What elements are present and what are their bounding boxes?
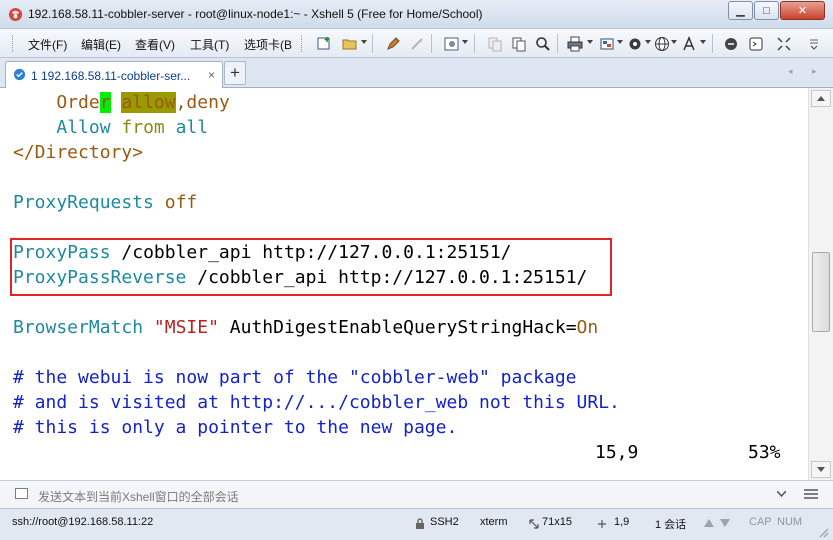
open-folder-icon[interactable] <box>341 35 358 52</box>
pen-icon[interactable] <box>384 35 401 52</box>
toolbar-separator <box>474 34 475 53</box>
maximize-button[interactable]: □ <box>754 1 779 20</box>
status-terminal-type: xterm <box>480 516 508 528</box>
toolbar-separator <box>372 34 373 53</box>
menu-view[interactable]: 查看(V) <box>135 36 175 53</box>
scrollbar-thumb[interactable] <box>812 252 830 333</box>
chevron-down-icon[interactable] <box>671 40 677 44</box>
compose-input[interactable]: 发送文本到当前Xshell窗口的全部会话 <box>38 488 239 505</box>
close-icon[interactable]: × <box>208 68 215 82</box>
font-icon[interactable] <box>680 35 697 52</box>
scroll-up-button[interactable] <box>811 90 831 107</box>
xshell-app-icon <box>8 7 23 22</box>
session-up-icon[interactable] <box>704 519 714 527</box>
chevron-down-icon[interactable] <box>617 40 623 44</box>
globe-icon[interactable] <box>653 35 670 52</box>
tab-session[interactable]: 1 192.168.58.11-cobbler-ser... × <box>5 61 223 88</box>
chevron-down-icon <box>817 467 825 472</box>
xftp-icon[interactable] <box>722 35 739 52</box>
resize-icon <box>529 519 539 529</box>
status-caps: CAP <box>749 516 772 528</box>
compose-icon[interactable] <box>15 488 28 499</box>
terminal-line: # the webui is now part of the "cobbler-… <box>13 367 577 388</box>
status-protocol: SSH2 <box>430 516 459 528</box>
script-icon[interactable] <box>747 35 764 52</box>
scroll-down-button[interactable] <box>811 461 831 478</box>
status-size: 71x15 <box>542 516 572 528</box>
window-title: 192.168.58.11-cobbler-server - root@linu… <box>28 7 483 21</box>
terminal-line: ProxyRequests off <box>13 192 198 213</box>
new-session-icon[interactable] <box>316 35 333 52</box>
chevron-down-icon[interactable] <box>361 40 367 44</box>
status-sessions: 1 会话 <box>655 519 687 531</box>
vertical-scrollbar[interactable] <box>808 88 833 480</box>
title-bar: 192.168.58.11-cobbler-server - root@linu… <box>0 0 833 29</box>
chevron-down-icon[interactable] <box>587 40 593 44</box>
settings-icon[interactable] <box>626 35 643 52</box>
tab-scroll-left-icon[interactable]: ◂ <box>788 66 793 77</box>
toolbar-separator <box>557 34 558 53</box>
tab-scroll-right-icon[interactable]: ▸ <box>812 66 817 77</box>
chevron-up-icon <box>817 96 825 101</box>
disconnect-icon <box>408 35 425 52</box>
status-connection: ssh://root@192.168.58.11:22 <box>12 516 154 528</box>
annotation-highlight-box <box>10 238 612 296</box>
session-down-icon[interactable] <box>720 519 730 527</box>
toolbar-separator <box>712 34 713 53</box>
terminal-line: Order allow,deny <box>56 92 230 113</box>
toolbar-separator <box>431 34 432 53</box>
terminal-screen[interactable]: Order allow,deny Allow from all </Direct… <box>0 88 808 480</box>
vim-scroll-percent: 53% <box>748 442 781 463</box>
terminal-line: </Directory> <box>13 142 144 163</box>
chevron-down-icon[interactable] <box>777 491 786 497</box>
cursor-position-icon <box>598 520 606 528</box>
terminal-line: # this is only a pointer to the new page… <box>13 417 458 438</box>
minimize-button[interactable]: ▁ <box>728 1 753 20</box>
toolbar-grip[interactable] <box>12 35 15 52</box>
tab-bar: 1 192.168.58.11-cobbler-ser... × + ◂ ▸ <box>0 58 833 88</box>
chevron-down-icon[interactable] <box>462 40 468 44</box>
print-icon[interactable] <box>566 35 583 52</box>
menu-edit[interactable]: 编辑(E) <box>81 36 121 53</box>
terminal-line: BrowserMatch "MSIE" AuthDigestEnableQuer… <box>13 317 599 338</box>
status-num: NUM <box>777 516 803 528</box>
status-bar: ssh://root@192.168.58.11:22 SSH2 xterm 7… <box>0 508 833 540</box>
vim-cursor-position: 15,9 <box>595 442 639 463</box>
connected-icon <box>13 68 26 81</box>
menu-file[interactable]: 文件(F) <box>28 36 67 53</box>
find-icon[interactable] <box>534 35 551 52</box>
color-scheme-icon[interactable] <box>598 35 615 52</box>
status-cursor: 1,9 <box>614 516 630 528</box>
compose-bar[interactable]: 发送文本到当前Xshell窗口的全部会话 <box>0 480 833 508</box>
paste-icon[interactable] <box>510 35 527 52</box>
menu-toolbar: 文件(F) 编辑(E) 查看(V) 工具(T) 选项卡(B <box>0 29 833 58</box>
toolbar-overflow-icon[interactable] <box>805 35 822 52</box>
expand-icon[interactable] <box>775 35 792 52</box>
tab-label: 1 192.168.58.11-cobbler-ser... <box>31 69 191 83</box>
chevron-down-icon[interactable] <box>700 40 706 44</box>
close-button[interactable]: ✕ <box>780 1 825 20</box>
resize-grip-icon[interactable] <box>817 526 829 538</box>
terminal-line: # and is visited at http://.../cobbler_w… <box>13 392 620 413</box>
copy-icon <box>486 35 503 52</box>
menu-tools[interactable]: 工具(T) <box>190 36 229 53</box>
terminal-line: Allow from all <box>56 117 209 138</box>
lock-icon <box>416 518 424 529</box>
toolbar-grip[interactable] <box>301 35 304 52</box>
chevron-down-icon[interactable] <box>645 40 651 44</box>
add-tab-button[interactable]: + <box>224 61 246 85</box>
menu-tabs[interactable]: 选项卡(B <box>244 36 292 53</box>
menu-icon[interactable] <box>804 488 818 500</box>
properties-icon[interactable] <box>443 35 460 52</box>
